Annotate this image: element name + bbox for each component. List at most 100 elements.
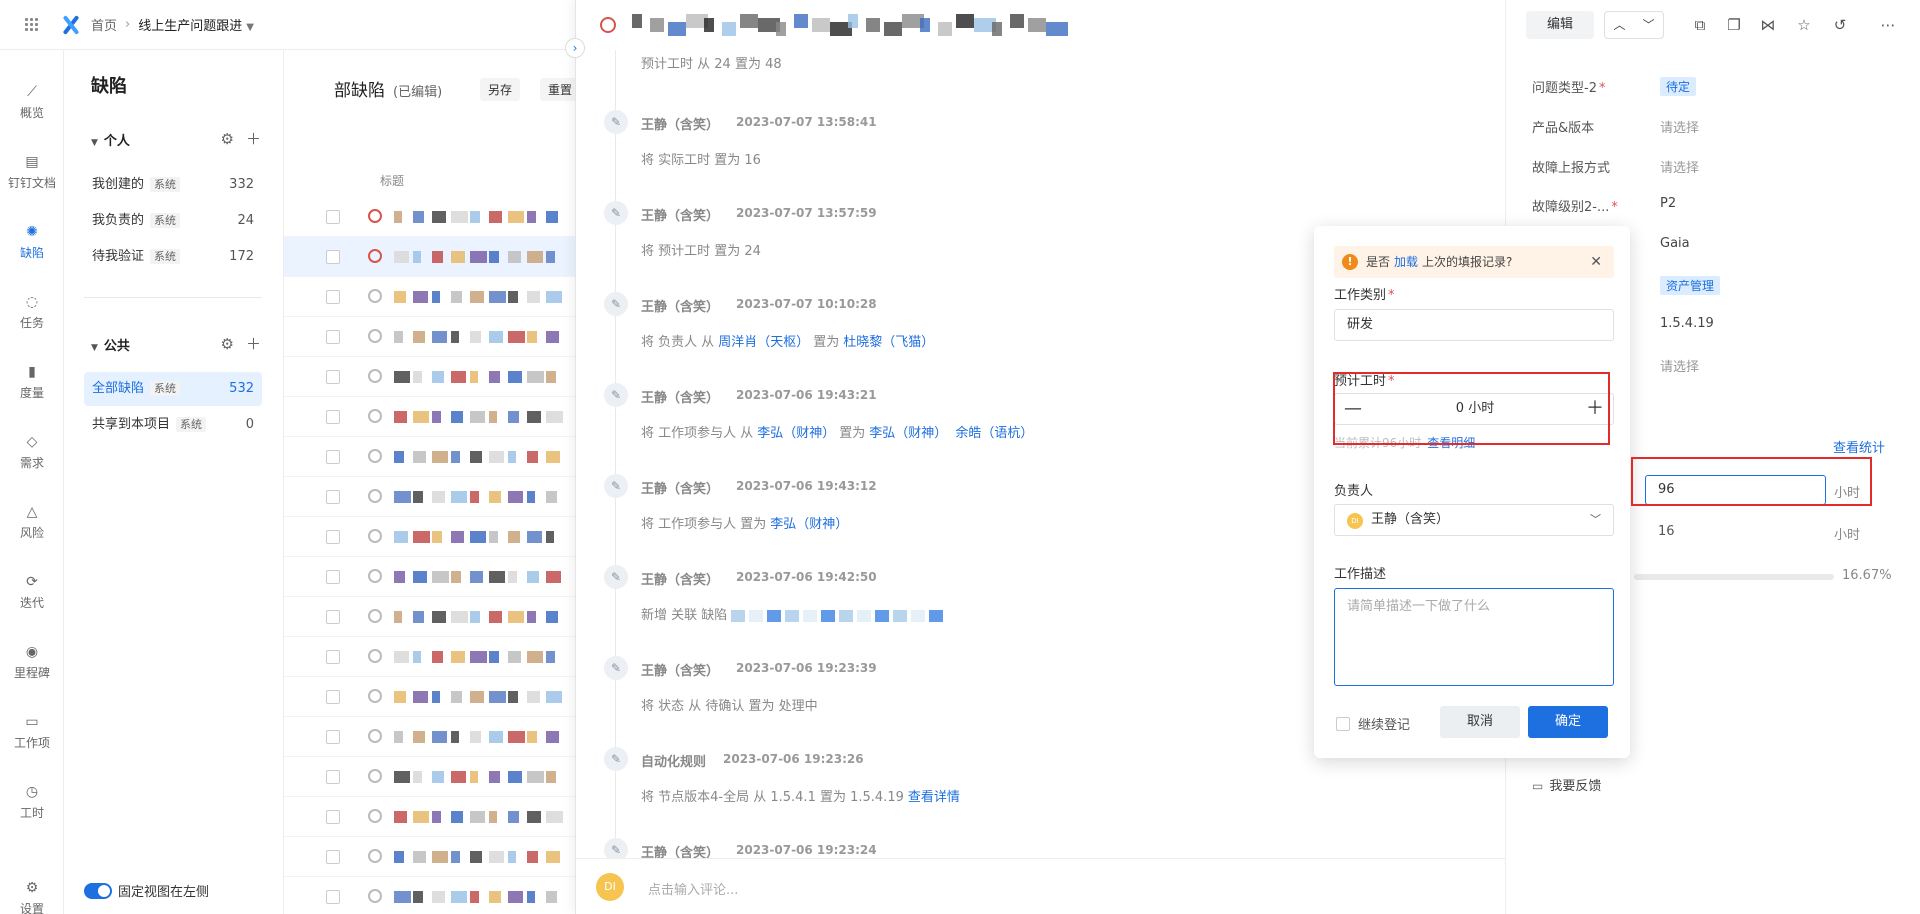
group-personal[interactable]: ▼ 个人 [91, 130, 130, 149]
view-stats-link[interactable]: 查看统计 [1833, 437, 1885, 456]
breadcrumb-home[interactable]: 首页 [91, 15, 117, 34]
rail-item[interactable]: ◉ 里程碑 [0, 644, 64, 681]
row-checkbox[interactable] [326, 330, 340, 344]
table-row[interactable] [284, 317, 584, 357]
toggle-switch[interactable] [84, 882, 112, 899]
rail-item[interactable]: ◌ 任务 [0, 294, 64, 331]
row-checkbox[interactable] [326, 650, 340, 664]
continue-log-checkbox[interactable]: 继续登记 [1336, 714, 1410, 733]
chevron-up-icon[interactable]: ︿ [1605, 12, 1634, 38]
row-checkbox[interactable] [326, 850, 340, 864]
row-checkbox[interactable] [326, 210, 340, 224]
app-grid-icon[interactable] [25, 17, 39, 32]
row-checkbox[interactable] [326, 530, 340, 544]
copy-link-icon[interactable]: ⧉ [1690, 11, 1710, 39]
nav-item[interactable]: 全部缺陷 系统 532 [84, 372, 262, 406]
breadcrumb-project[interactable]: 线上生产问题跟进 ▼ [138, 15, 254, 34]
user-link[interactable]: 余皓（语杭） [955, 426, 1033, 441]
property-value[interactable]: 请选择 [1660, 157, 1699, 176]
row-checkbox[interactable] [326, 690, 340, 704]
close-icon[interactable]: ✕ [1590, 246, 1602, 278]
row-checkbox[interactable] [326, 770, 340, 784]
row-checkbox[interactable] [326, 370, 340, 384]
property-value[interactable]: P2 [1660, 196, 1676, 211]
duplicate-icon[interactable]: ❐ [1724, 11, 1744, 39]
column-title[interactable]: 标题 [380, 172, 404, 189]
history-icon[interactable]: ↺ [1830, 11, 1850, 39]
rail-item[interactable]: ◇ 需求 [0, 434, 64, 471]
property-value[interactable]: 请选择 [1660, 356, 1699, 375]
table-row[interactable] [284, 277, 584, 317]
chevron-down-icon[interactable]: ﹀ [1634, 12, 1663, 38]
row-checkbox[interactable] [326, 810, 340, 824]
property-row[interactable]: 产品&版本 请选择 [1532, 117, 1912, 137]
table-row[interactable] [284, 357, 584, 397]
table-row[interactable] [284, 597, 584, 637]
settings-icon[interactable]: ⚙ [221, 130, 234, 148]
property-row[interactable]: 故障上报方式 请选择 [1532, 157, 1912, 177]
row-checkbox[interactable] [326, 250, 340, 264]
table-row[interactable] [284, 677, 584, 717]
save-as-button[interactable]: 另存 [480, 78, 521, 101]
property-value[interactable]: 请选择 [1660, 117, 1699, 136]
load-link[interactable]: 加载 [1394, 255, 1418, 269]
reset-button[interactable]: 重置 [540, 78, 581, 101]
user-link[interactable]: 李弘（财神） [757, 426, 835, 441]
plus-icon[interactable]: ＋ [246, 335, 261, 353]
table-row[interactable] [284, 717, 584, 757]
rail-item[interactable]: ⟳ 迭代 [0, 574, 64, 611]
fixed-view-toggle[interactable]: 固定视图在左侧 [84, 881, 209, 900]
table-row[interactable] [284, 797, 584, 837]
rail-item[interactable]: ▭ 工作项 [0, 714, 64, 751]
user-link[interactable]: 查看详情 [908, 790, 960, 805]
description-textarea[interactable]: 请简单描述一下做了什么 [1334, 588, 1614, 686]
rail-item[interactable]: ▮ 度量 [0, 364, 64, 401]
rail-item[interactable]: △ 风险 [0, 504, 64, 541]
rail-item[interactable]: ▤ 钉钉文档 [0, 154, 64, 191]
nav-item[interactable]: 我创建的 系统 332 [84, 168, 262, 202]
row-checkbox[interactable] [326, 730, 340, 744]
row-checkbox[interactable] [326, 490, 340, 504]
table-row[interactable] [284, 877, 584, 914]
row-checkbox[interactable] [326, 890, 340, 904]
logo-icon[interactable] [61, 15, 81, 35]
table-row[interactable] [284, 557, 584, 597]
plus-icon[interactable]: ＋ [246, 130, 261, 148]
row-checkbox[interactable] [326, 610, 340, 624]
checkbox[interactable] [1336, 716, 1350, 731]
table-row[interactable] [284, 477, 584, 517]
settings-icon[interactable]: ⚙ [221, 335, 234, 353]
table-row[interactable] [284, 397, 584, 437]
confirm-button[interactable]: 确定 [1528, 706, 1608, 738]
collapse-panel-button[interactable]: › [565, 38, 585, 58]
rail-item[interactable]: ⚙ 设置 [0, 880, 64, 914]
cancel-button[interactable]: 取消 [1440, 706, 1520, 738]
table-row[interactable] [284, 437, 584, 477]
property-row[interactable]: 问题类型-2 * 待定 [1532, 77, 1912, 97]
comment-input[interactable]: 点击输入评论... [648, 879, 738, 898]
property-value[interactable]: 待定 [1660, 77, 1697, 96]
row-checkbox[interactable] [326, 290, 340, 304]
table-row[interactable] [284, 757, 584, 797]
rail-item[interactable]: ⟋ 概览 [0, 84, 64, 121]
feedback-link[interactable]: ▭ 我要反馈 [1532, 775, 1601, 794]
work-type-field[interactable]: 研发 [1334, 309, 1614, 341]
edit-button[interactable]: 编辑 [1526, 11, 1594, 39]
user-link[interactable]: 杜晓黎（飞猫） [843, 335, 934, 350]
nav-item[interactable]: 共享到本项目 系统 0 [84, 408, 262, 442]
row-checkbox[interactable] [326, 410, 340, 424]
share-icon[interactable]: ⋈ [1758, 11, 1778, 39]
table-row[interactable] [284, 237, 584, 277]
user-link[interactable]: 李弘（财神） [869, 426, 947, 441]
rail-item[interactable]: ✺ 缺陷 [0, 224, 64, 261]
nav-item[interactable]: 待我验证 系统 172 [84, 240, 262, 274]
user-link[interactable]: 李弘（财神） [770, 517, 848, 532]
property-value[interactable]: 1.5.4.19 [1660, 316, 1714, 331]
more-icon[interactable]: ⋯ [1878, 11, 1898, 39]
table-row[interactable] [284, 837, 584, 877]
user-link[interactable]: 周洋肖（天枢） [718, 335, 809, 350]
table-row[interactable] [284, 197, 584, 237]
property-value[interactable]: Gaia [1660, 236, 1690, 251]
star-icon[interactable]: ☆ [1794, 11, 1814, 39]
row-checkbox[interactable] [326, 450, 340, 464]
